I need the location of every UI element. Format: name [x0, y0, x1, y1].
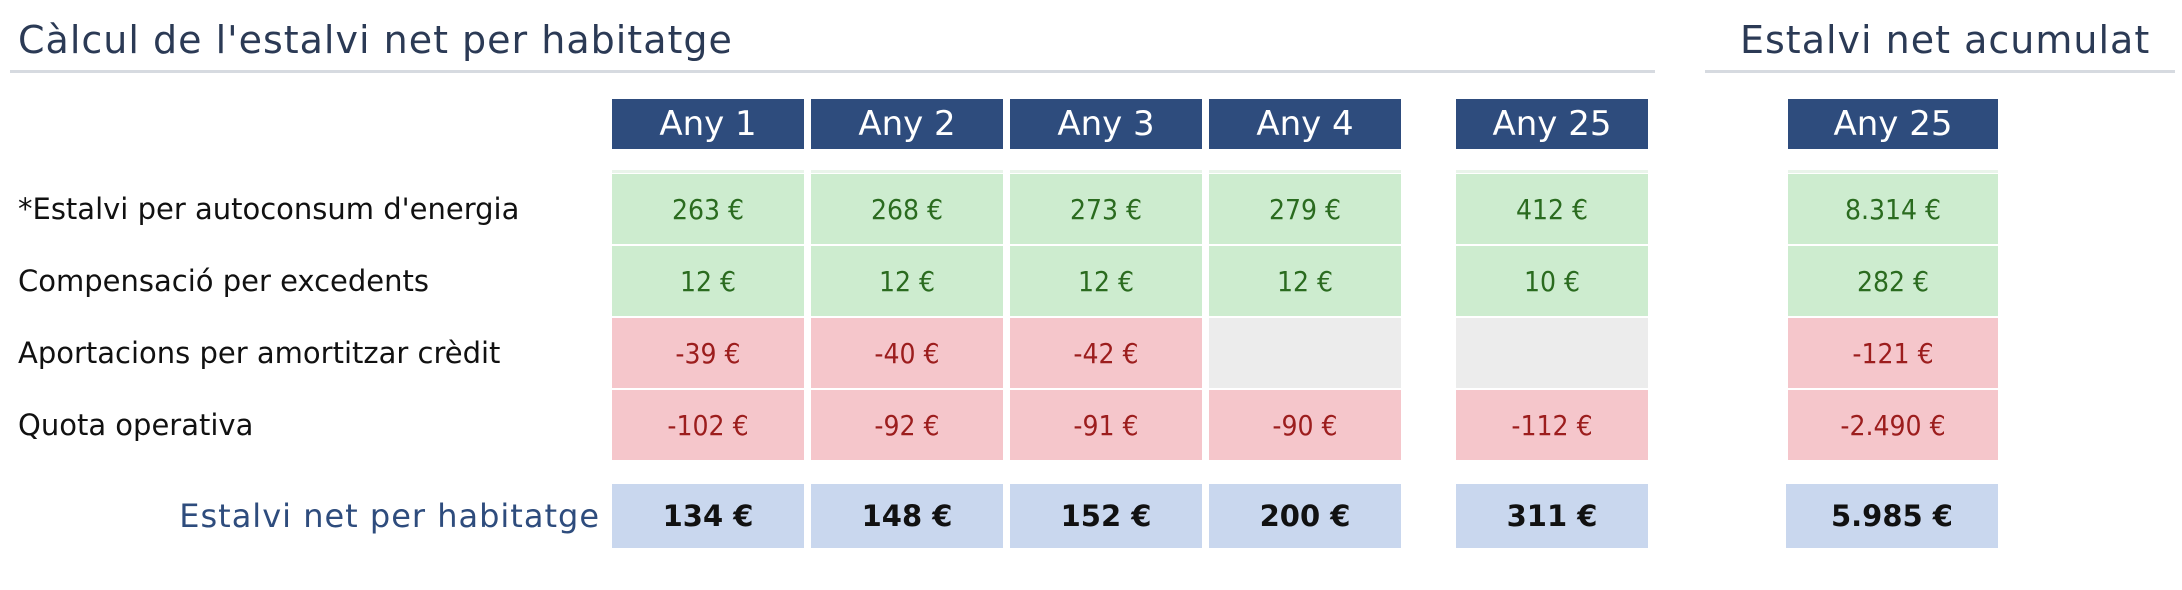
row-label: *Estalvi per autoconsum d'energia: [18, 192, 520, 226]
total-value-cell: 311 €: [1456, 484, 1648, 548]
value-cell: -39 €: [612, 318, 804, 388]
value-cell: 268 €: [811, 174, 1003, 244]
cumulative-value-cell: -2.490 €: [1788, 390, 1998, 460]
value-cell: 12 €: [1209, 246, 1401, 316]
value-cell: -92 €: [811, 390, 1003, 460]
total-value-cell: 200 €: [1209, 484, 1401, 548]
row-separator: [612, 170, 804, 173]
row-separator: [811, 170, 1003, 173]
value-cell: -40 €: [811, 318, 1003, 388]
value-cell: 10 €: [1456, 246, 1648, 316]
column-header: Any 25: [1456, 99, 1648, 149]
value-cell: -112 €: [1456, 390, 1648, 460]
row-label: Compensació per excedents: [18, 264, 429, 298]
column-header: Any 1: [612, 99, 804, 149]
row-separator: [1010, 170, 1202, 173]
row-label: Quota operativa: [18, 408, 254, 442]
value-cell: -91 €: [1010, 390, 1202, 460]
value-cell: 12 €: [1010, 246, 1202, 316]
column-header: Any 2: [811, 99, 1003, 149]
column-header: Any 3: [1010, 99, 1202, 149]
section-title-net-savings-calculation: Càlcul de l'estalvi net per habitatge: [18, 18, 733, 62]
cumulative-column-header: Any 25: [1788, 99, 1998, 149]
empty-cell: [1456, 318, 1648, 388]
value-cell: -102 €: [612, 390, 804, 460]
value-cell: 12 €: [811, 246, 1003, 316]
cumulative-total-cell: 5.985 €: [1786, 484, 1998, 548]
value-cell: 273 €: [1010, 174, 1202, 244]
value-cell: 279 €: [1209, 174, 1401, 244]
total-value-cell: 148 €: [811, 484, 1003, 548]
cumulative-value-cell: -121 €: [1788, 318, 1998, 388]
row-separator: [1456, 170, 1648, 173]
title-underline-right: [1705, 70, 2175, 73]
value-cell: -42 €: [1010, 318, 1202, 388]
value-cell: 12 €: [612, 246, 804, 316]
total-value-cell: 134 €: [612, 484, 804, 548]
empty-cell: [1209, 318, 1401, 388]
row-separator: [1788, 170, 1998, 173]
section-title-cumulative-savings: Estalvi net acumulat: [1740, 18, 2151, 62]
column-header: Any 4: [1209, 99, 1401, 149]
value-cell: 412 €: [1456, 174, 1648, 244]
row-label: Aportacions per amortitzar crèdit: [18, 336, 501, 370]
row-separator: [1209, 170, 1401, 173]
cumulative-value-cell: 8.314 €: [1788, 174, 1998, 244]
cumulative-value-cell: 282 €: [1788, 246, 1998, 316]
total-row-label: Estalvi net per habitatge: [179, 497, 600, 535]
value-cell: -90 €: [1209, 390, 1401, 460]
total-value-cell: 152 €: [1010, 484, 1202, 548]
value-cell: 263 €: [612, 174, 804, 244]
title-underline-left: [10, 70, 1655, 73]
